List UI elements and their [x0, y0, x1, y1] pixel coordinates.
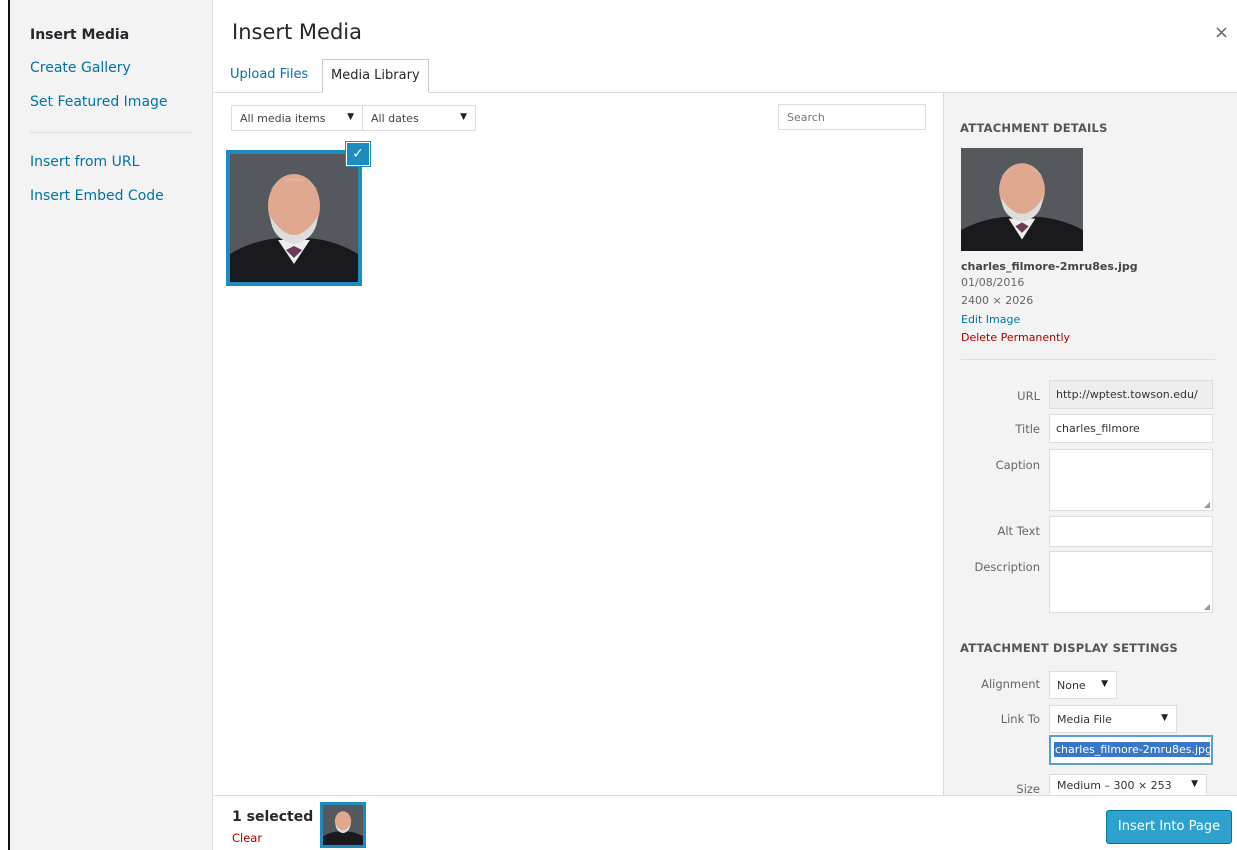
- caption-label: Caption: [995, 458, 1040, 472]
- date-filter-value: All dates: [371, 112, 419, 125]
- menu-item-create-gallery[interactable]: Create Gallery: [30, 60, 131, 76]
- chevron-down-icon: ▼: [1191, 779, 1198, 789]
- size-label: Size: [1016, 782, 1040, 796]
- resize-handle-icon: ◢: [1203, 602, 1210, 611]
- alt-text-field[interactable]: [1049, 516, 1213, 547]
- link-url-field[interactable]: charles_filmore-2mru8es.jpg: [1049, 735, 1213, 765]
- selection-count: 1 selected: [232, 809, 314, 825]
- menu-item-set-featured-image[interactable]: Set Featured Image: [30, 94, 168, 110]
- url-label: URL: [1017, 389, 1040, 403]
- menu-item-insert-media[interactable]: Insert Media: [30, 27, 129, 43]
- link-to-select-value: Media File: [1057, 713, 1112, 726]
- display-settings-heading: ATTACHMENT DISPLAY SETTINGS: [960, 641, 1178, 655]
- portrait-image: [230, 154, 358, 282]
- alignment-label: Alignment: [981, 677, 1040, 691]
- menu-separator: [30, 132, 192, 133]
- link-url-value: charles_filmore-2mru8es.jpg: [1054, 742, 1210, 757]
- media-type-filter[interactable]: All media items ▼: [231, 105, 363, 131]
- attachment-dimensions: 2400 × 2026: [961, 294, 1034, 307]
- media-type-filter-value: All media items: [240, 112, 326, 125]
- description-field[interactable]: ◢: [1049, 551, 1213, 613]
- portrait-image: [323, 805, 363, 845]
- attachment-filename: charles_filmore-2mru8es.jpg: [961, 260, 1138, 273]
- caption-field[interactable]: ◢: [1049, 449, 1213, 511]
- modal-title: Insert Media: [232, 20, 362, 44]
- alt-text-label: Alt Text: [997, 524, 1041, 538]
- chevron-down-icon: ▼: [1101, 679, 1108, 689]
- chevron-down-icon: ▼: [1161, 713, 1168, 723]
- bottom-toolbar: [214, 795, 1237, 850]
- insert-into-page-button[interactable]: Insert Into Page: [1106, 810, 1232, 844]
- tab-upload-files[interactable]: Upload Files: [222, 59, 316, 93]
- alignment-select-value: None: [1057, 679, 1086, 692]
- delete-permanently-link[interactable]: Delete Permanently: [961, 331, 1070, 344]
- search-input[interactable]: [778, 104, 926, 130]
- sidebar-separator: [961, 359, 1215, 360]
- size-select[interactable]: Medium – 300 × 253 ▼: [1049, 774, 1207, 796]
- portrait-image: [961, 148, 1083, 251]
- close-icon[interactable]: ×: [1214, 22, 1229, 43]
- alignment-select[interactable]: None ▼: [1049, 671, 1117, 699]
- attachment-preview: [961, 148, 1083, 251]
- chevron-down-icon: ▼: [460, 112, 467, 122]
- chevron-down-icon: ▼: [347, 112, 354, 122]
- media-menu: Insert Media Create Gallery Set Featured…: [10, 0, 213, 850]
- title-label: Title: [1015, 422, 1040, 436]
- attachment-details-sidebar: ATTACHMENT DETAILS charles_filmore-2mru8…: [943, 93, 1237, 796]
- selected-thumbnail[interactable]: [320, 802, 366, 848]
- url-field[interactable]: http://wptest.towson.edu/: [1049, 380, 1213, 409]
- menu-item-insert-from-url[interactable]: Insert from URL: [30, 154, 139, 170]
- title-field[interactable]: charles_filmore: [1049, 414, 1213, 443]
- edit-image-link[interactable]: Edit Image: [961, 313, 1020, 326]
- clear-selection-link[interactable]: Clear: [232, 831, 262, 845]
- description-label: Description: [974, 560, 1041, 574]
- media-modal: Insert Media Create Gallery Set Featured…: [8, 0, 1237, 850]
- date-filter[interactable]: All dates ▼: [362, 105, 476, 131]
- checkmark-icon[interactable]: ✓: [346, 142, 370, 166]
- size-select-value: Medium – 300 × 253: [1057, 779, 1172, 792]
- tab-media-library[interactable]: Media Library: [322, 59, 429, 93]
- link-to-label: Link To: [1000, 712, 1040, 726]
- menu-item-insert-embed-code[interactable]: Insert Embed Code: [30, 188, 164, 204]
- link-to-select[interactable]: Media File ▼: [1049, 705, 1177, 733]
- attachment-details-heading: ATTACHMENT DETAILS: [960, 121, 1108, 135]
- attachment-thumbnail[interactable]: [226, 150, 362, 286]
- resize-handle-icon: ◢: [1203, 500, 1210, 509]
- attachment-date: 01/08/2016: [961, 276, 1025, 289]
